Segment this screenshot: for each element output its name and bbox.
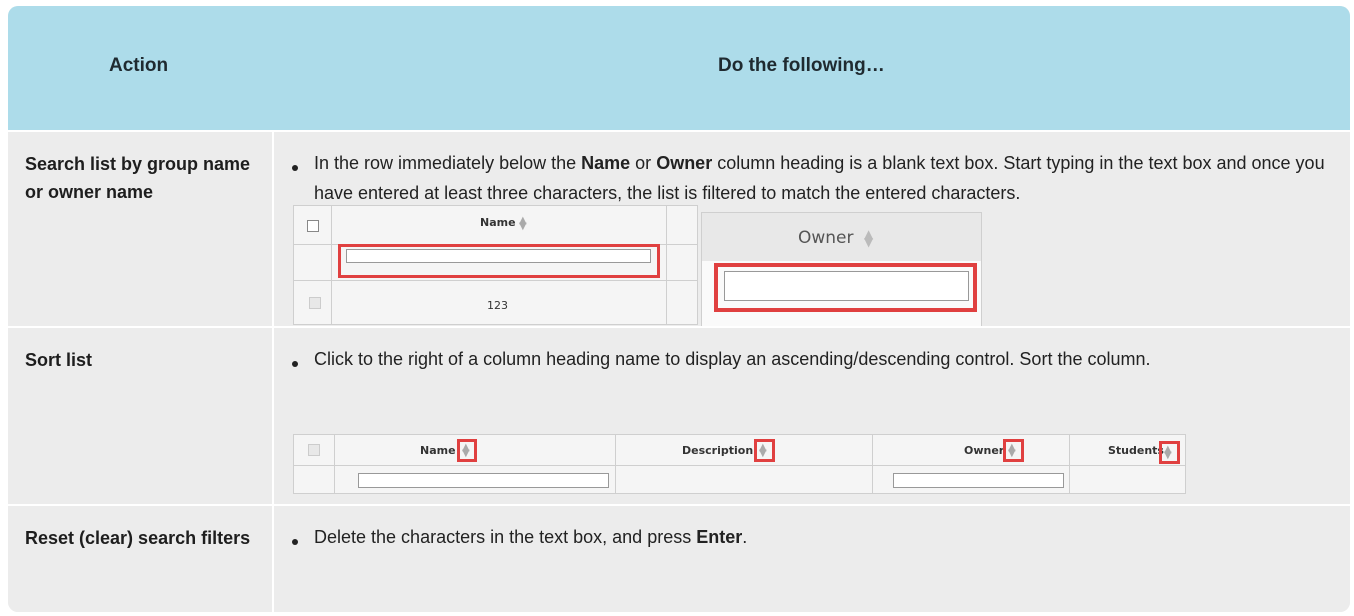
bullet-icon <box>292 361 298 367</box>
bullet-icon <box>292 165 298 171</box>
instruction-text: . <box>742 527 748 547</box>
action-label: Sort list <box>25 350 93 370</box>
owner-filter-input <box>893 473 1064 488</box>
sort-arrows-icon: ▲ ▼ <box>864 227 874 249</box>
instruction-text: or <box>630 153 657 173</box>
bullet-icon <box>292 539 298 545</box>
action-cell: Search list by group name or owner name <box>8 132 274 328</box>
row-instruction: Click to the right of a column heading n… <box>314 349 1151 369</box>
name-filter-input <box>358 473 609 488</box>
name-column-screenshot: Name ▲ ▼ 123 <box>293 205 698 325</box>
header-do-cell: Do the following… <box>272 6 1350 130</box>
students-column-heading: Students <box>1108 444 1164 457</box>
name-column-heading: Name <box>420 444 456 457</box>
row-instruction: In the row immediately below the Name or… <box>314 148 1334 208</box>
name-column-heading: Name <box>480 216 516 229</box>
instruction-bold: Enter <box>696 527 743 547</box>
sort-arrows-icon: ▲ ▼ <box>1164 444 1172 461</box>
sort-arrows-icon: ▲ ▼ <box>462 442 470 459</box>
instruction-text: Delete the characters in the text box, a… <box>314 527 697 547</box>
action-cell: Sort list <box>8 328 274 506</box>
instruction-text: In the row immediately below the <box>314 153 582 173</box>
owner-column-heading: Owner <box>964 444 1005 457</box>
sort-columns-screenshot: Name ▲ ▼ Description ▲ ▼ Owner ▲ ▼ Students… <box>293 434 1186 494</box>
table-header: Action Do the following… <box>8 6 1350 130</box>
header-do-following: Do the following… <box>718 55 885 76</box>
header-action-cell: Action <box>8 6 272 130</box>
table-row: Sort list Click to the right of a column… <box>8 326 1350 506</box>
sort-arrows-icon: ▲ ▼ <box>1008 442 1016 459</box>
sort-arrows-icon: ▲ ▼ <box>519 215 527 232</box>
description-column-heading: Description <box>682 444 754 457</box>
highlight-box <box>714 263 977 312</box>
checkbox-icon <box>307 220 319 232</box>
instruction-table: Action Do the following… Search list by … <box>8 6 1350 612</box>
checkbox-icon <box>308 444 320 456</box>
owner-column-screenshot: Owner ▲ ▼ <box>701 212 982 329</box>
checkbox-icon <box>309 297 321 309</box>
name-cell-value: 123 <box>487 299 508 312</box>
highlight-box <box>338 244 660 278</box>
sort-arrows-icon: ▲ ▼ <box>759 442 767 459</box>
owner-column-heading: Owner <box>798 228 854 248</box>
instruction-bold: Name <box>581 153 631 173</box>
instruction-bold: Owner <box>656 153 713 173</box>
row-instruction: Delete the characters in the text box, a… <box>314 522 1334 552</box>
table-row: Search list by group name or owner name … <box>8 130 1350 329</box>
action-cell: Reset (clear) search filters <box>8 506 274 612</box>
action-label: Reset (clear) search filters <box>25 528 251 548</box>
action-label: Search list by group name or owner name <box>25 154 251 202</box>
header-action: Action <box>109 55 169 76</box>
table-row: Reset (clear) search filters Delete the … <box>8 504 1350 612</box>
